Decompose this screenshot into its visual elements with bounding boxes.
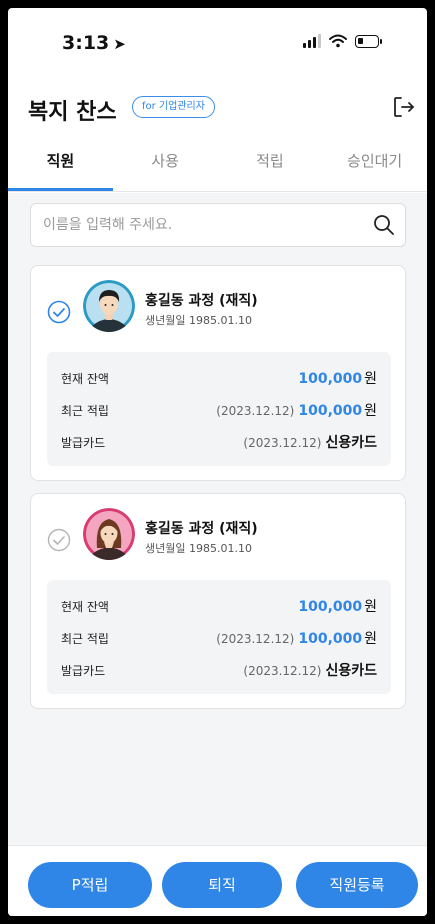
issued-card-date: (2023.12.12) bbox=[243, 436, 322, 450]
tab-pending-approval[interactable]: 승인대기 bbox=[322, 144, 427, 191]
battery-icon bbox=[355, 34, 382, 48]
employee-card[interactable]: 홍길동 과정 (재직) 생년월일 1985.01.10 현재 잔액 100,00… bbox=[30, 493, 406, 709]
tab-employees[interactable]: 직원 bbox=[8, 144, 113, 191]
recent-accrual-amount: 100,000 bbox=[298, 403, 363, 419]
balance-row: 현재 잔액 100,000 원 bbox=[61, 596, 377, 616]
recent-accrual-date: (2023.12.12) bbox=[216, 632, 295, 646]
logout-icon[interactable] bbox=[391, 94, 417, 120]
recent-accrual-label: 최근 적립 bbox=[61, 632, 109, 646]
recent-accrual-date: (2023.12.12) bbox=[216, 404, 295, 418]
recent-accrual-row: 최근 적립 (2023.12.12) 100,000 원 bbox=[61, 400, 377, 420]
status-bar: 3:13 ➤ bbox=[8, 8, 427, 78]
balance-label: 현재 잔액 bbox=[61, 600, 109, 614]
system-icons bbox=[303, 34, 382, 48]
balance-unit: 원 bbox=[364, 599, 377, 615]
search-box bbox=[30, 203, 406, 247]
male-avatar-icon bbox=[83, 280, 135, 332]
checkbox-checked-icon[interactable] bbox=[47, 300, 71, 324]
recent-accrual-unit: 원 bbox=[364, 631, 377, 647]
tab-bar: 직원 사용 적립 승인대기 bbox=[8, 144, 427, 192]
register-employee-button[interactable]: 직원등록 bbox=[296, 862, 418, 908]
employee-info-box: 현재 잔액 100,000 원 최근 적립 (2023.12.12) 100,000… bbox=[47, 352, 391, 466]
signal-icon bbox=[303, 34, 321, 48]
app-title: 복지 찬스 bbox=[28, 100, 117, 125]
issued-card-row: 발급카드 (2023.12.12) 신용카드 bbox=[61, 660, 377, 680]
tab-usage[interactable]: 사용 bbox=[113, 144, 218, 191]
issued-card-type: 신용카드 bbox=[325, 435, 377, 451]
checkbox-unchecked-icon[interactable] bbox=[47, 528, 71, 552]
issued-card-row: 발급카드 (2023.12.12) 신용카드 bbox=[61, 432, 377, 452]
balance-row: 현재 잔액 100,000 원 bbox=[61, 368, 377, 388]
issued-card-label: 발급카드 bbox=[61, 664, 106, 678]
search-icon[interactable] bbox=[373, 214, 395, 236]
app-header: 복지 찬스 for 기업관리자 bbox=[8, 90, 427, 130]
balance-unit: 원 bbox=[364, 371, 377, 387]
location-arrow-icon: ➤ bbox=[113, 35, 126, 53]
phone-screen: 3:13 ➤ 복지 찬스 for 기업관리자 직원 사용 적립 승인대기 이름을… bbox=[8, 8, 427, 916]
female-avatar-icon bbox=[83, 508, 135, 560]
employee-birthdate: 생년월일 1985.01.10 bbox=[145, 314, 252, 327]
recent-accrual-row: 최근 적립 (2023.12.12) 100,000 원 bbox=[61, 628, 377, 648]
employee-birthdate: 생년월일 1985.01.10 bbox=[145, 542, 252, 555]
employee-card[interactable]: 홍길동 과정 (재직) 생년월일 1985.01.10 현재 잔액 100,00… bbox=[30, 265, 406, 481]
resign-button[interactable]: 퇴직 bbox=[162, 862, 282, 908]
employee-list-area: 홍길동 과정 (재직) 생년월일 1985.01.10 현재 잔액 100,00… bbox=[8, 193, 427, 845]
recent-accrual-unit: 원 bbox=[364, 403, 377, 419]
search-input[interactable] bbox=[31, 204, 351, 246]
wifi-icon bbox=[329, 34, 347, 48]
employee-name: 홍길동 과정 (재직) bbox=[145, 521, 258, 537]
recent-accrual-label: 최근 적립 bbox=[61, 404, 109, 418]
recent-accrual-amount: 100,000 bbox=[298, 631, 363, 647]
balance-amount: 100,000 bbox=[298, 371, 363, 387]
employee-info-box: 현재 잔액 100,000 원 최근 적립 (2023.12.12) 100,000… bbox=[47, 580, 391, 694]
balance-label: 현재 잔액 bbox=[61, 372, 109, 386]
balance-amount: 100,000 bbox=[298, 599, 363, 615]
status-time: 3:13 ➤ bbox=[62, 32, 126, 54]
role-badge: for 기업관리자 bbox=[132, 96, 215, 118]
issued-card-type: 신용카드 bbox=[325, 663, 377, 679]
tab-accrual[interactable]: 적립 bbox=[218, 144, 323, 191]
issued-card-label: 발급카드 bbox=[61, 436, 106, 450]
employee-name: 홍길동 과정 (재직) bbox=[145, 293, 258, 309]
bottom-action-bar: P적립 퇴직 직원등록 bbox=[8, 845, 427, 916]
point-accrual-button[interactable]: P적립 bbox=[28, 862, 152, 908]
issued-card-date: (2023.12.12) bbox=[243, 664, 322, 678]
time-text: 3:13 bbox=[62, 32, 110, 54]
